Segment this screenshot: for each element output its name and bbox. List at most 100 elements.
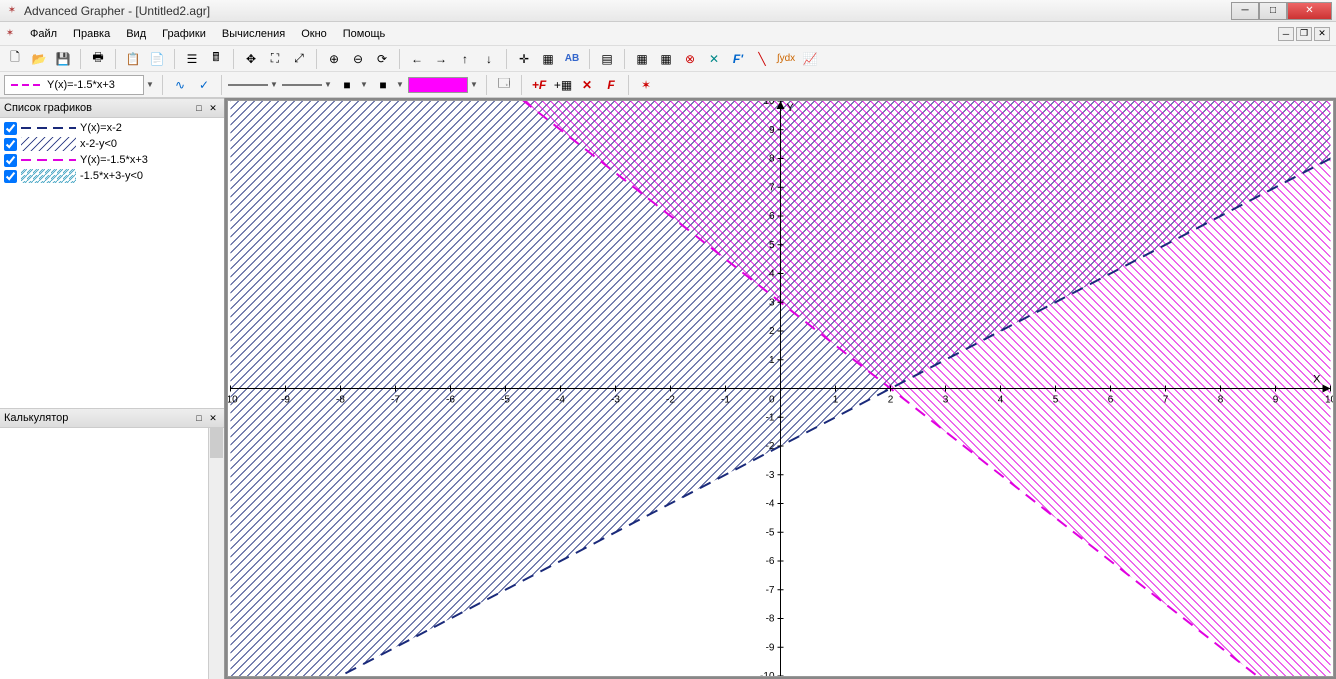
- point-size-selector[interactable]: ■: [372, 74, 394, 96]
- color-dropdown-icon[interactable]: ▼: [470, 80, 480, 89]
- func-options-icon[interactable]: ✶: [635, 74, 657, 96]
- svg-text:8: 8: [769, 154, 775, 165]
- maximize-button[interactable]: □: [1259, 2, 1287, 20]
- regression-icon[interactable]: 📈: [799, 48, 821, 70]
- line-style-dropdown-icon[interactable]: ▼: [270, 80, 280, 89]
- list-icon[interactable]: ☰: [181, 48, 203, 70]
- mdi-restore-button[interactable]: ❐: [1296, 27, 1312, 41]
- table-icon[interactable]: ▦: [631, 48, 653, 70]
- print-icon[interactable]: 🖶: [87, 48, 109, 70]
- add-func-icon[interactable]: +F: [528, 74, 550, 96]
- minimize-button[interactable]: ─: [1231, 2, 1259, 20]
- scrollbar[interactable]: [208, 428, 224, 679]
- menu-calc[interactable]: Вычисления: [214, 25, 293, 43]
- scrollbar-thumb[interactable]: [210, 428, 223, 458]
- main-toolbar: 🗋 📂 💾 🖶 📋 📄 ☰ 🖩 ✥ ⛶ ⤢ ⊕ ⊖ ⟳ ← → ↑ ↓ ✛ ▦ …: [0, 46, 1336, 72]
- graph-visibility-checkbox[interactable]: [4, 154, 17, 167]
- menu-edit[interactable]: Правка: [65, 25, 118, 43]
- point-style-dropdown-icon[interactable]: ▼: [360, 80, 370, 89]
- menu-file[interactable]: Файл: [22, 25, 65, 43]
- svg-text:1: 1: [769, 355, 775, 366]
- svg-text:2: 2: [769, 326, 775, 337]
- formula-dropdown-icon[interactable]: ▼: [146, 80, 156, 89]
- grid-icon[interactable]: ▦: [537, 48, 559, 70]
- arrow-up-icon[interactable]: ↑: [454, 48, 476, 70]
- label-icon[interactable]: AB: [561, 48, 583, 70]
- graph-list-item[interactable]: x-2-y<0: [2, 136, 222, 152]
- point-size-dropdown-icon[interactable]: ▼: [396, 80, 406, 89]
- menu-graphs[interactable]: Графики: [154, 25, 214, 43]
- separator: [233, 49, 234, 69]
- panel-close-icon[interactable]: ✕: [206, 101, 220, 115]
- zoom-fit-icon[interactable]: ⤢: [288, 48, 310, 70]
- props-icon[interactable]: ▤: [596, 48, 618, 70]
- save-file-icon[interactable]: 💾: [52, 48, 74, 70]
- svg-text:6: 6: [1108, 395, 1114, 406]
- sine-icon[interactable]: ∿: [169, 74, 191, 96]
- derivative-icon[interactable]: F': [727, 48, 749, 70]
- delete-func-icon[interactable]: ✕: [576, 74, 598, 96]
- mdi-minimize-button[interactable]: ─: [1278, 27, 1294, 41]
- zoom-box-icon[interactable]: ⛶: [264, 48, 286, 70]
- separator: [521, 75, 522, 95]
- table2-icon[interactable]: ▦: [655, 48, 677, 70]
- graph-visibility-checkbox[interactable]: [4, 122, 17, 135]
- graph-visibility-checkbox[interactable]: [4, 138, 17, 151]
- svg-text:-9: -9: [281, 395, 290, 406]
- arrow-down-icon[interactable]: ↓: [478, 48, 500, 70]
- color-swatch[interactable]: [408, 77, 468, 93]
- separator: [399, 49, 400, 69]
- new-file-icon[interactable]: 🗋: [4, 48, 26, 70]
- current-formula-display[interactable]: Y(x)=-1.5*x+3: [4, 75, 144, 95]
- separator: [486, 75, 487, 95]
- graph-list-item[interactable]: Y(x)=-1.5*x+3: [2, 152, 222, 168]
- dup-func-icon[interactable]: F: [600, 74, 622, 96]
- add-table-icon[interactable]: +▦: [552, 74, 574, 96]
- graph-style-swatch: [21, 121, 76, 135]
- line-width-selector[interactable]: [282, 74, 322, 96]
- svg-text:6: 6: [769, 211, 775, 222]
- zoom-in-icon[interactable]: ⊕: [323, 48, 345, 70]
- app-icon: ✶: [4, 3, 20, 19]
- panel-dock-icon[interactable]: □: [192, 411, 206, 425]
- copy-icon[interactable]: 📋: [122, 48, 144, 70]
- zoom-reset-icon[interactable]: ⟳: [371, 48, 393, 70]
- line-width-dropdown-icon[interactable]: ▼: [324, 80, 334, 89]
- mdi-controls: ─ ❐ ✕: [1278, 27, 1334, 41]
- close-button[interactable]: ✕: [1287, 2, 1332, 20]
- trace-icon[interactable]: ⊗: [679, 48, 701, 70]
- crosshair-icon[interactable]: ✛: [513, 48, 535, 70]
- tangent-icon[interactable]: ╲: [751, 48, 773, 70]
- graph-list-item[interactable]: -1.5*x+3-y<0: [2, 168, 222, 184]
- menu-help[interactable]: Помощь: [335, 25, 394, 43]
- svg-text:10: 10: [1325, 395, 1333, 406]
- panel-dock-icon[interactable]: □: [192, 101, 206, 115]
- arrow-left-icon[interactable]: ←: [406, 48, 428, 70]
- move-icon[interactable]: ✥: [240, 48, 262, 70]
- zoom-out-icon[interactable]: ⊖: [347, 48, 369, 70]
- panel-close-icon[interactable]: ✕: [206, 411, 220, 425]
- open-file-icon[interactable]: 📂: [28, 48, 50, 70]
- menu-view[interactable]: Вид: [118, 25, 154, 43]
- mdi-close-button[interactable]: ✕: [1314, 27, 1330, 41]
- separator: [624, 49, 625, 69]
- paste-icon[interactable]: 📄: [146, 48, 168, 70]
- intersect-icon[interactable]: ✕: [703, 48, 725, 70]
- graph-list-item[interactable]: Y(x)=x-2: [2, 120, 222, 136]
- svg-text:-9: -9: [766, 642, 775, 653]
- calculator-body[interactable]: [0, 428, 224, 679]
- calc-icon[interactable]: 🖩: [205, 48, 227, 70]
- point-style-selector[interactable]: ■: [336, 74, 358, 96]
- plot-area[interactable]: XY-10-9-8-7-6-5-4-3-2-112345678910-10-9-…: [227, 100, 1334, 677]
- calculator-header: Калькулятор □ ✕: [0, 408, 224, 428]
- svg-text:4: 4: [998, 395, 1004, 406]
- line-style-selector[interactable]: [228, 74, 268, 96]
- svg-text:10: 10: [763, 101, 775, 107]
- graph-props-icon[interactable]: 🗔: [493, 74, 515, 96]
- integral-icon[interactable]: ∫ydx: [775, 48, 797, 70]
- menu-window[interactable]: Окно: [293, 25, 335, 43]
- arrow-right-icon[interactable]: →: [430, 48, 452, 70]
- graph-visibility-checkbox[interactable]: [4, 170, 17, 183]
- svg-text:-4: -4: [766, 499, 775, 510]
- check-icon[interactable]: ✓: [193, 74, 215, 96]
